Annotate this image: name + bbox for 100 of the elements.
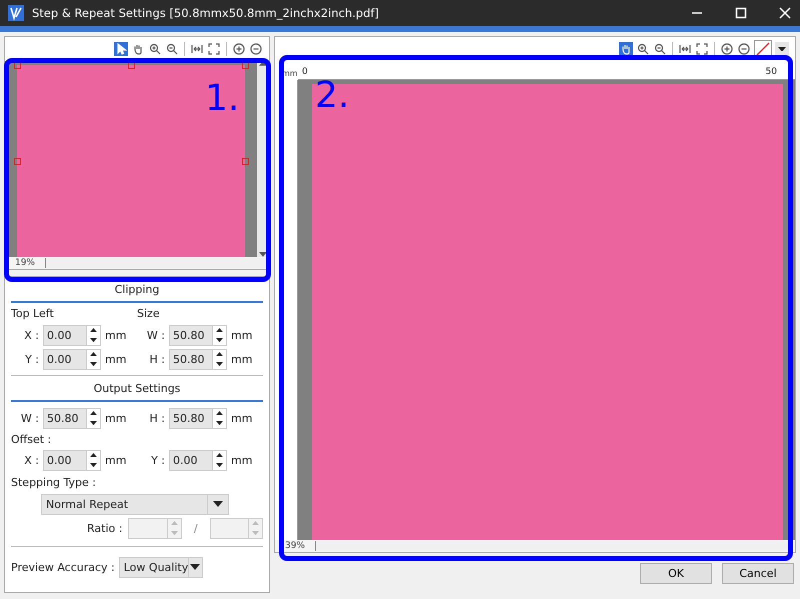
plus-circle-icon bbox=[233, 43, 245, 55]
plus-circle-icon bbox=[721, 43, 733, 55]
toolbar-button[interactable] bbox=[619, 42, 633, 56]
fit-page-icon bbox=[208, 43, 220, 55]
unit-label: mm bbox=[231, 352, 252, 366]
toolbar-button[interactable] bbox=[207, 42, 221, 56]
app-logo-icon bbox=[8, 5, 24, 21]
number-field[interactable]: 0.00 bbox=[169, 450, 227, 470]
resize-handle[interactable] bbox=[14, 158, 21, 165]
horizontal-scrollbar[interactable] bbox=[316, 541, 795, 551]
field-label: X : bbox=[23, 328, 39, 342]
spin-down-icon bbox=[216, 362, 223, 366]
spin-down-icon bbox=[90, 420, 97, 425]
unit-label: mm bbox=[231, 328, 252, 342]
spin-down-icon bbox=[216, 338, 223, 342]
toolbar-button[interactable] bbox=[114, 42, 128, 56]
pointer-icon bbox=[115, 43, 127, 55]
spin-down-icon bbox=[90, 362, 97, 366]
minus-circle-icon bbox=[250, 43, 262, 55]
unit-label: mm bbox=[105, 454, 126, 466]
dialog-button[interactable]: Cancel bbox=[722, 562, 794, 584]
spin-down-icon bbox=[252, 530, 259, 535]
unit-label: mm bbox=[231, 454, 252, 466]
maximize-icon[interactable] bbox=[734, 6, 748, 20]
unit-label: mm bbox=[231, 412, 252, 424]
zoom-in-icon bbox=[149, 43, 161, 55]
annotation-label: 1. bbox=[205, 78, 240, 119]
section-title: Output Settings bbox=[11, 376, 263, 402]
number-field[interactable]: 0.00 bbox=[43, 450, 101, 470]
stepping-type-dropdown[interactable]: Normal Repeat bbox=[41, 494, 229, 514]
spin-up-icon bbox=[216, 453, 223, 458]
spin-up-icon bbox=[216, 411, 223, 416]
section-title: Clipping bbox=[11, 277, 263, 303]
number-field[interactable] bbox=[210, 518, 263, 538]
window-title: Step & Repeat Settings [50.8mmx50.8mm_2inchx2inch.pdf] bbox=[32, 6, 380, 20]
hand-icon bbox=[132, 43, 144, 55]
dropdown-button[interactable] bbox=[775, 42, 789, 56]
toolbar-button[interactable] bbox=[232, 42, 246, 56]
spin-up-icon bbox=[252, 521, 259, 526]
toolbar-button[interactable] bbox=[653, 42, 667, 56]
minus-circle-icon bbox=[738, 43, 750, 55]
spin-up-icon bbox=[170, 521, 178, 526]
toolbar-button[interactable] bbox=[695, 42, 709, 56]
number-field[interactable] bbox=[128, 518, 182, 538]
field-label: Ratio : bbox=[87, 522, 122, 534]
unit-label: mm bbox=[105, 412, 126, 424]
spin-up-icon bbox=[216, 328, 223, 332]
group-label: Offset : bbox=[11, 432, 52, 446]
spin-up-icon bbox=[90, 411, 97, 416]
spin-down-icon bbox=[216, 462, 223, 467]
number-field[interactable]: 50.80 bbox=[169, 408, 227, 428]
dropdown-arrow-icon bbox=[213, 501, 223, 507]
dropdown-arrow-icon bbox=[778, 46, 786, 52]
field-label: H : bbox=[148, 412, 165, 424]
preview-accuracy-dropdown[interactable]: Low Quality bbox=[118, 556, 203, 578]
toolbar-button[interactable] bbox=[737, 42, 751, 56]
scroll-up-icon bbox=[259, 61, 267, 66]
toolbar-button[interactable] bbox=[190, 42, 204, 56]
fit-width-icon bbox=[191, 43, 203, 55]
spin-down-icon bbox=[90, 338, 97, 342]
group-label: Stepping Type : bbox=[11, 476, 96, 488]
number-field[interactable]: 50.80 bbox=[43, 408, 101, 428]
number-field[interactable]: 50.80 bbox=[169, 348, 227, 370]
field-label: Y : bbox=[24, 352, 39, 366]
resize-handle[interactable] bbox=[242, 158, 249, 165]
field-label: Y : bbox=[150, 454, 165, 466]
spin-down-icon bbox=[90, 462, 97, 467]
dialog-button[interactable]: OK bbox=[640, 562, 712, 584]
toolbar-button[interactable] bbox=[720, 42, 734, 56]
number-field[interactable]: 0.00 bbox=[43, 348, 101, 370]
field-label: W : bbox=[20, 412, 39, 424]
toolbar-button[interactable] bbox=[148, 42, 162, 56]
zoom-in-icon bbox=[637, 43, 649, 55]
resize-handle[interactable] bbox=[128, 62, 135, 69]
number-field[interactable]: 0.00 bbox=[43, 324, 101, 346]
resize-handle[interactable] bbox=[242, 62, 249, 69]
field-label: H : bbox=[148, 352, 165, 366]
toolbar-button[interactable] bbox=[165, 42, 179, 56]
fit-page-icon bbox=[696, 43, 708, 55]
resize-handle[interactable] bbox=[14, 62, 21, 69]
toolbar-button[interactable] bbox=[249, 42, 263, 56]
horizontal-scrollbar[interactable] bbox=[46, 258, 269, 268]
hand-icon bbox=[620, 43, 632, 55]
spin-up-icon bbox=[90, 352, 97, 356]
spin-up-icon bbox=[216, 352, 223, 356]
zoom-out-icon bbox=[166, 43, 178, 55]
toolbar-button[interactable] bbox=[636, 42, 650, 56]
group-label: Size bbox=[137, 306, 160, 320]
close-icon[interactable] bbox=[778, 6, 792, 20]
fit-width-icon bbox=[679, 43, 691, 55]
number-field[interactable]: 50.80 bbox=[169, 324, 227, 346]
field-label: Preview Accuracy : bbox=[11, 560, 115, 574]
field-label: X : bbox=[23, 454, 39, 466]
unit-label: mm bbox=[105, 352, 126, 366]
spin-up-icon bbox=[90, 453, 97, 458]
horizontal-ruler: 0 50 bbox=[298, 67, 795, 80]
field-label: W : bbox=[146, 328, 165, 342]
toolbar-button[interactable] bbox=[678, 42, 692, 56]
zoom-out-icon bbox=[654, 43, 666, 55]
group-label: Top Left bbox=[11, 306, 54, 320]
